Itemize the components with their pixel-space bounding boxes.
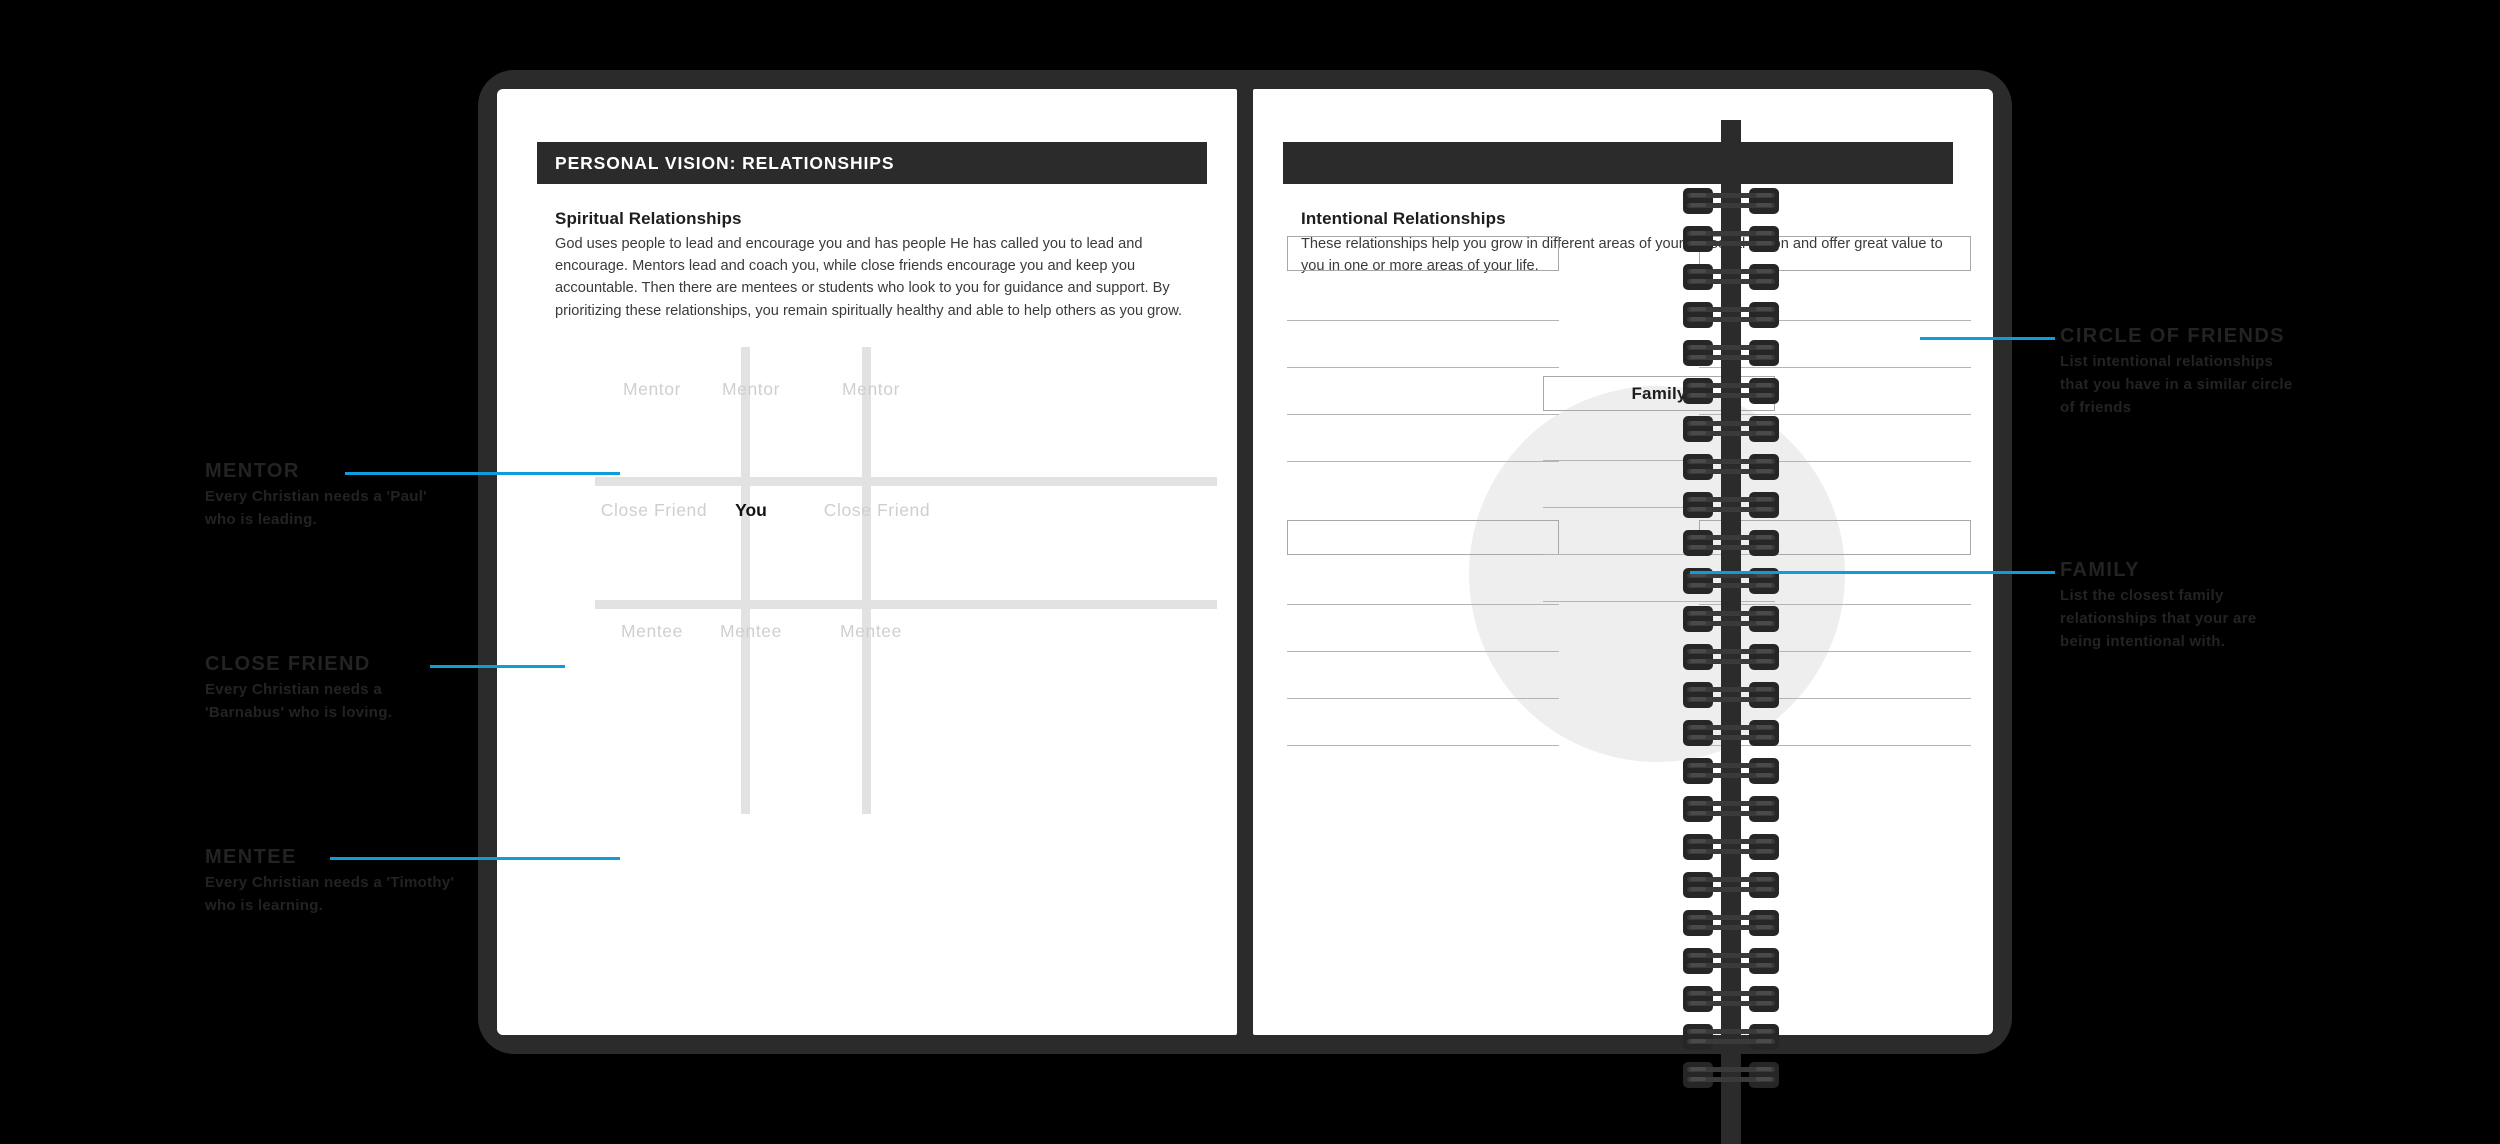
annotation-mentor-title: MENTOR (205, 460, 300, 482)
intentional-relationships-diagram: Family (1283, 214, 1971, 774)
annotation-circle-of-friends-title: CIRCLE OF FRIENDS (2060, 325, 2285, 347)
quadrant-top-left (1287, 236, 1559, 462)
quadrant-bottom-left-rule-3[interactable] (1287, 698, 1559, 699)
spiral-coil (1683, 948, 1779, 974)
annotation-mentee-title: MENTEE (205, 846, 297, 868)
grid-horizontal-line-1 (595, 477, 1217, 486)
grid-cell-close-friend-right[interactable]: Close Friend (772, 500, 982, 521)
annotation-close-friend: CLOSE FRIEND Every Christian needs a 'Ba… (205, 652, 440, 725)
annotation-close-friend-title: CLOSE FRIEND (205, 653, 371, 675)
spiral-coil (1683, 720, 1779, 746)
spiral-coil (1683, 606, 1779, 632)
spiral-coil (1683, 264, 1779, 290)
annotation-mentee-body: Every Christian needs a 'Timothy' who is… (205, 874, 455, 915)
quadrant-top-left-rule-2[interactable] (1287, 367, 1559, 368)
grid-cell-mentee-right[interactable]: Mentee (786, 621, 956, 642)
family-title: Family (1631, 383, 1687, 403)
left-page: PERSONAL VISION: RELATIONSHIPS Spiritual… (497, 89, 1237, 1035)
spiral-coil (1683, 872, 1779, 898)
annotation-family-body: List the closest family relationships th… (2060, 587, 2257, 651)
left-page-header-title: PERSONAL VISION: RELATIONSHIPS (555, 152, 895, 173)
left-page-header-bar: PERSONAL VISION: RELATIONSHIPS (537, 142, 1207, 184)
annotation-mentor: MENTOR Every Christian needs a 'Paul' wh… (205, 459, 455, 532)
quadrant-bottom-left-title-box[interactable] (1287, 520, 1559, 555)
connector-line-close-friend (430, 665, 565, 668)
quadrant-bottom-left (1287, 520, 1559, 746)
quadrant-top-left-rule-3[interactable] (1287, 414, 1559, 415)
spiral-coil (1683, 1024, 1779, 1050)
annotation-close-friend-body: Every Christian needs a 'Barnabus' who i… (205, 681, 393, 722)
spiral-coil (1683, 492, 1779, 518)
quadrant-top-left-rule-1[interactable] (1287, 320, 1559, 321)
spiral-coil (1683, 454, 1779, 480)
spiral-coil (1683, 530, 1779, 556)
quadrant-bottom-left-rule-1[interactable] (1287, 604, 1559, 605)
spiral-coil (1683, 416, 1779, 442)
spiral-coil (1683, 188, 1779, 214)
spiral-coil (1683, 644, 1779, 670)
annotation-circle-of-friends: CIRCLE OF FRIENDS List intentional relat… (2060, 324, 2300, 420)
spiral-coil (1683, 302, 1779, 328)
spiral-coil (1683, 796, 1779, 822)
right-page: Intentional Relationships These relation… (1253, 89, 1993, 1035)
quadrant-top-left-rule-4[interactable] (1287, 461, 1559, 462)
right-page-header-bar (1283, 142, 1953, 184)
spiral-coil (1683, 378, 1779, 404)
annotation-mentor-body: Every Christian needs a 'Paul' who is le… (205, 488, 428, 529)
grid-vertical-line-2 (862, 347, 871, 814)
spiral-coil (1683, 682, 1779, 708)
annotation-family: FAMILY List the closest family relations… (2060, 558, 2290, 654)
notebook-spread: PERSONAL VISION: RELATIONSHIPS Spiritual… (478, 70, 2012, 1144)
annotation-circle-of-friends-body: List intentional relationships that you … (2060, 353, 2293, 417)
spiral-binding (1683, 188, 1779, 1112)
spiritual-relationships-heading: Spiritual Relationships (555, 209, 742, 228)
grid-horizontal-line-2 (595, 600, 1217, 609)
quadrant-bottom-left-rule-2[interactable] (1287, 651, 1559, 652)
spiral-coil (1683, 910, 1779, 936)
annotation-mentee: MENTEE Every Christian needs a 'Timothy'… (205, 845, 455, 918)
spiral-coil (1683, 986, 1779, 1012)
spiral-coil (1683, 1062, 1779, 1088)
spiral-coil (1683, 340, 1779, 366)
annotation-family-title: FAMILY (2060, 559, 2140, 581)
spiral-coil (1683, 226, 1779, 252)
grid-vertical-line-1 (741, 347, 750, 814)
spiritual-relationships-section: Spiritual Relationships God uses people … (555, 209, 1210, 322)
connector-line-circle-of-friends (1920, 337, 2055, 340)
quadrant-bottom-left-rule-4[interactable] (1287, 745, 1559, 746)
spiritual-relationships-body: God uses people to lead and encourage yo… (555, 236, 1183, 319)
relationship-grid: Mentor Mentor Mentor Close Friend You Cl… (557, 319, 1217, 814)
quadrant-top-left-title-box[interactable] (1287, 236, 1559, 271)
grid-cell-mentor-right[interactable]: Mentor (786, 379, 956, 400)
spiral-coil (1683, 758, 1779, 784)
connector-line-family (1690, 571, 2055, 574)
spiral-coil (1683, 834, 1779, 860)
